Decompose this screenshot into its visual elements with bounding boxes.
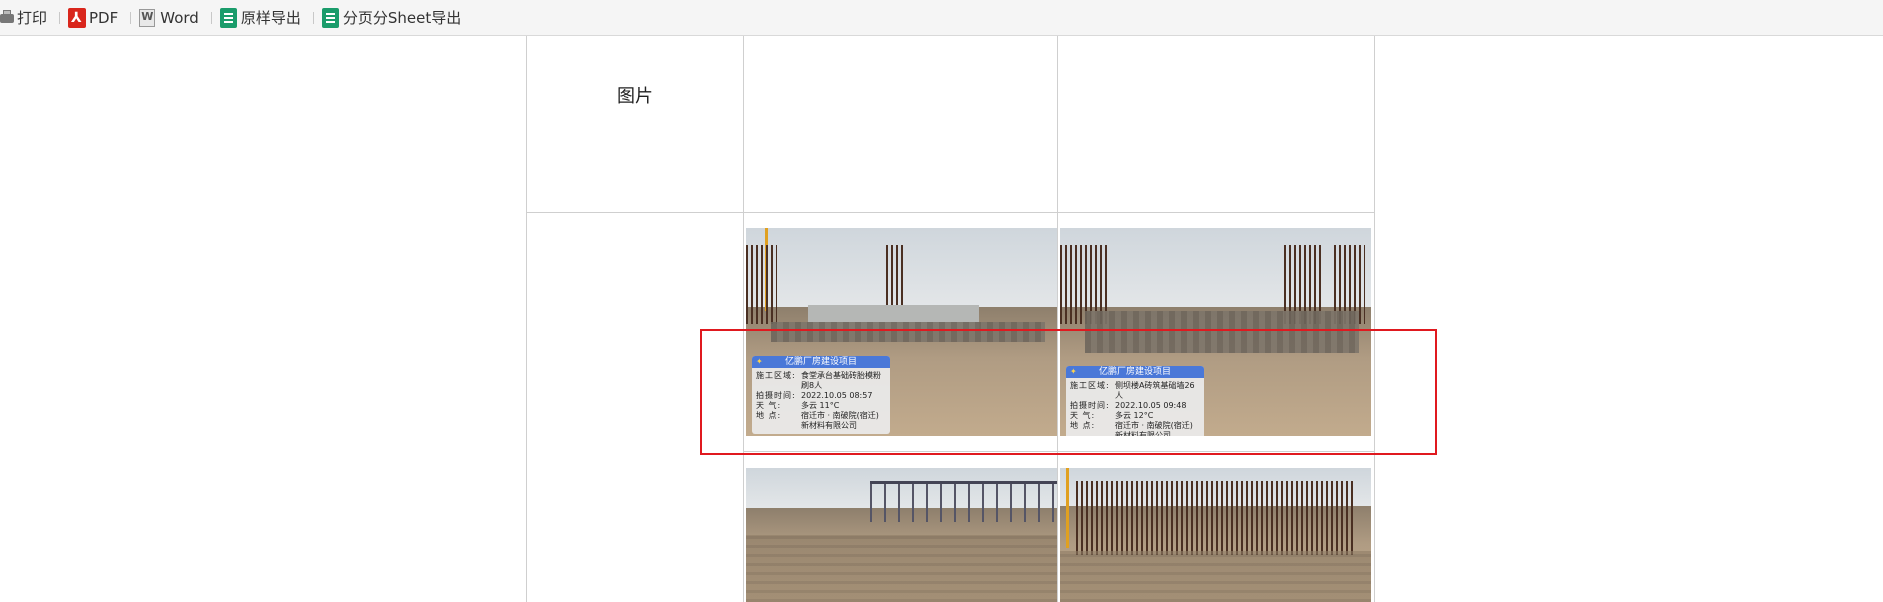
toolbar-divider <box>210 11 212 24</box>
excel-icon <box>219 7 238 28</box>
printer-icon <box>0 8 14 28</box>
word-icon <box>139 8 157 28</box>
sheet-export-label: 分页分Sheet导出 <box>342 9 462 27</box>
pdf-export-button[interactable]: PDF <box>68 5 122 31</box>
word-export-button[interactable]: Word <box>139 5 203 31</box>
site-photo-4 <box>1060 468 1371 602</box>
print-label: 打印 <box>17 9 48 27</box>
print-button[interactable]: 打印 <box>0 5 51 31</box>
column-divider <box>743 36 744 602</box>
toolbar-divider <box>59 11 61 24</box>
row-divider <box>527 212 1374 213</box>
image-row-label: 图片 <box>617 86 653 107</box>
toolbar-divider <box>312 11 314 24</box>
original-export-button[interactable]: 原样导出 <box>219 5 305 31</box>
site-photo-3 <box>746 468 1057 602</box>
report-table: 图片 ✦ 亿鹏厂房建设项目 施工区域: 食堂承台基础砖胎模粉刷8人 拍摄时间: 202… <box>526 36 1375 602</box>
steel-shed-frame <box>870 481 1057 522</box>
pdf-label: PDF <box>89 8 119 27</box>
pdf-icon <box>68 7 87 28</box>
highlight-annotation <box>700 329 1437 455</box>
crane <box>1066 468 1070 549</box>
excel-icon <box>321 7 340 28</box>
word-label: Word <box>160 8 199 27</box>
original-export-label: 原样导出 <box>240 9 301 27</box>
column-divider <box>1057 36 1058 602</box>
report-toolbar: 打印 PDF Word 原样导出 分页分Sheet导出 <box>0 0 1883 36</box>
sheet-export-button[interactable]: 分页分Sheet导出 <box>321 5 465 31</box>
toolbar-divider <box>130 11 132 24</box>
